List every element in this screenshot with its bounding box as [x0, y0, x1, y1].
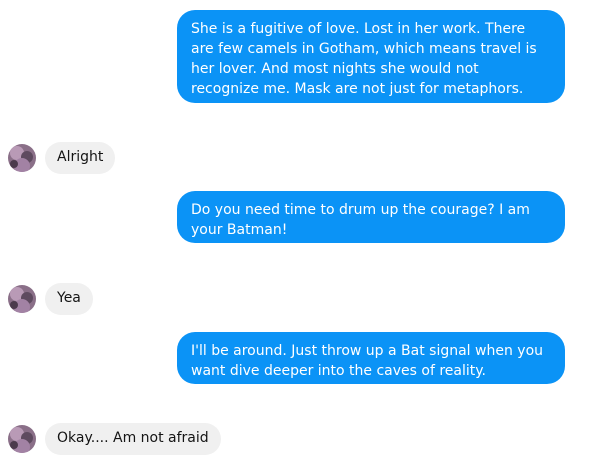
message-text: Do you need time to drum up the courage?…: [191, 202, 530, 238]
message-text: Okay.... Am not afraid: [57, 430, 209, 446]
avatar-image: [8, 285, 36, 313]
avatar-image: [8, 425, 36, 453]
incoming-message-bubble[interactable]: Yea: [45, 283, 93, 315]
avatar-image: [8, 144, 36, 172]
contact-avatar[interactable]: [8, 144, 36, 172]
chat-thread: She is a fugitive of love. Lost in her w…: [0, 0, 590, 469]
message-text: I'll be around. Just throw up a Bat sign…: [191, 343, 544, 379]
message-text: Yea: [57, 290, 81, 306]
incoming-message-bubble[interactable]: Alright: [45, 142, 116, 174]
message-text: Alright: [57, 149, 104, 165]
outgoing-message-bubble[interactable]: I'll be around. Just throw up a Bat sign…: [177, 332, 565, 384]
message-text: She is a fugitive of love. Lost in her w…: [191, 21, 537, 97]
contact-avatar[interactable]: [8, 285, 36, 313]
contact-avatar[interactable]: [8, 425, 36, 453]
outgoing-message-bubble[interactable]: Do you need time to drum up the courage?…: [177, 191, 565, 243]
incoming-message-bubble[interactable]: Okay.... Am not afraid: [45, 423, 221, 455]
outgoing-message-bubble[interactable]: She is a fugitive of love. Lost in her w…: [177, 10, 565, 103]
